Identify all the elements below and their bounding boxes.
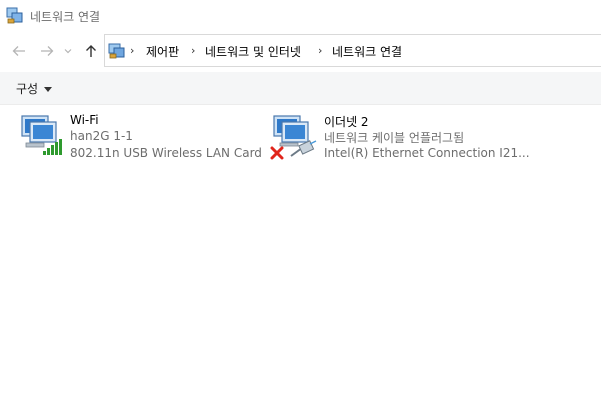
up-arrow-icon[interactable] bbox=[80, 40, 102, 62]
organize-button[interactable]: 구성 bbox=[16, 80, 53, 97]
connection-status: 네트워크 케이블 언플러그됨 bbox=[324, 131, 465, 145]
command-bar: 구성 bbox=[0, 72, 601, 105]
signal-bars-icon bbox=[42, 138, 64, 156]
organize-label: 구성 bbox=[16, 82, 39, 96]
breadcrumb-separator[interactable]: › bbox=[130, 44, 134, 57]
dropdown-caret-icon bbox=[44, 86, 53, 92]
connection-item-ethernet[interactable]: 이더넷 2 네트워크 케이블 언플러그됨 Intel(R) Ethernet C… bbox=[270, 112, 530, 162]
window-title: 네트워크 연결 bbox=[30, 10, 101, 24]
connection-device: Intel(R) Ethernet Connection I21... bbox=[324, 146, 530, 160]
breadcrumb-network-internet[interactable]: 네트워크 및 인터넷 bbox=[205, 43, 301, 60]
control-panel-icon bbox=[108, 42, 126, 60]
title-bar: 네트워크 연결 bbox=[0, 0, 601, 32]
breadcrumb-control-panel[interactable]: 제어판 bbox=[146, 43, 179, 60]
breadcrumb-separator[interactable]: › bbox=[191, 44, 195, 57]
connection-status: han2G 1-1 bbox=[70, 129, 133, 143]
connection-name: 이더넷 2 bbox=[324, 115, 369, 129]
ethernet-cable-icon bbox=[288, 140, 318, 160]
breadcrumb-separator[interactable]: › bbox=[318, 44, 322, 57]
back-arrow-icon[interactable] bbox=[8, 40, 30, 62]
connection-device: 802.11n USB Wireless LAN Card bbox=[70, 146, 262, 160]
chevron-down-icon[interactable] bbox=[60, 40, 76, 62]
connection-name: Wi-Fi bbox=[70, 113, 99, 127]
network-connections-icon bbox=[6, 7, 24, 25]
connection-item-wifi[interactable]: Wi-Fi han2G 1-1 802.11n USB Wireless LAN… bbox=[18, 112, 262, 162]
address-bar[interactable]: › 제어판 › 네트워크 및 인터넷 › 네트워크 연결 bbox=[104, 34, 601, 67]
forward-arrow-icon[interactable] bbox=[36, 40, 58, 62]
disconnected-x-icon bbox=[270, 146, 284, 160]
breadcrumb-network-connections[interactable]: 네트워크 연결 bbox=[332, 43, 402, 60]
